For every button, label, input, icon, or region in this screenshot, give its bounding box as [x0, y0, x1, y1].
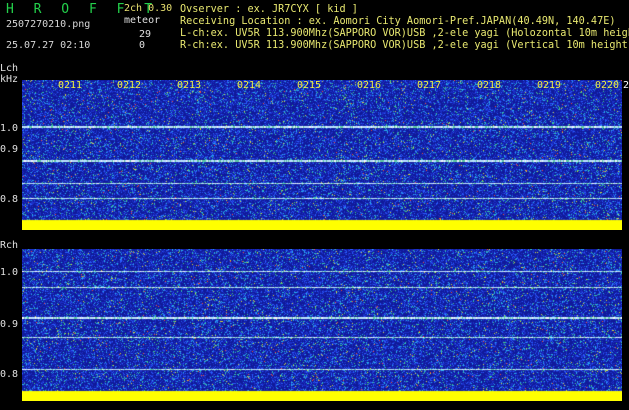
khz-unit-label: kHz	[0, 74, 19, 85]
rch-spectrogram-canvas	[22, 249, 622, 401]
observer-line: Ovserver : ex. JR7CYX [ kid ]	[180, 4, 358, 15]
time-label-0217: 0217	[417, 80, 442, 91]
lch-ytick-0.8: 0.8	[0, 194, 19, 205]
rch-ytick-0.9: 0.9	[0, 319, 19, 330]
time-label-0218: 0218	[477, 80, 502, 91]
time-label-0219: 0219	[537, 80, 562, 91]
meteor-count-left: 29	[139, 29, 152, 40]
lch-config-line: L-ch:ex. UV5R 113.900Mhz(SAPPORO VOR)USB…	[180, 28, 629, 39]
time-label-0216: 0216	[357, 80, 382, 91]
lch-ytick-1.0: 1.0	[0, 123, 19, 134]
meteor-count-right: 0	[139, 40, 146, 51]
capture-datetime: 25.07.27 02:10	[6, 40, 91, 51]
time-label-0212: 0212	[117, 80, 142, 91]
time-label-0211: 0211	[58, 80, 83, 91]
lch-spectrogram	[22, 80, 622, 230]
location-line: Receiving Location : ex. Aomori City Aom…	[180, 16, 616, 27]
rch-config-line: R-ch:ex. UV5R 113.900Mhz(SAPPORO VOR)USB…	[180, 40, 629, 51]
time-label-0213: 0213	[177, 80, 202, 91]
time-label-cut: 2	[623, 80, 629, 91]
mode-label: 2ch 0.30	[124, 3, 173, 14]
lch-label: Lch	[0, 63, 19, 74]
file-name: 2507270210.png	[6, 19, 91, 30]
lch-ytick-0.9: 0.9	[0, 144, 19, 155]
rch-ytick-0.8: 0.8	[0, 369, 19, 380]
time-label-0220: 0220	[595, 80, 620, 91]
rch-spectrogram	[22, 249, 622, 401]
lch-spectrogram-canvas	[22, 80, 622, 230]
rch-label: Rch	[0, 240, 19, 251]
time-label-0214: 0214	[237, 80, 262, 91]
rch-ytick-1.0: 1.0	[0, 267, 19, 278]
meteor-label: meteor	[124, 15, 161, 26]
time-label-0215: 0215	[297, 80, 322, 91]
